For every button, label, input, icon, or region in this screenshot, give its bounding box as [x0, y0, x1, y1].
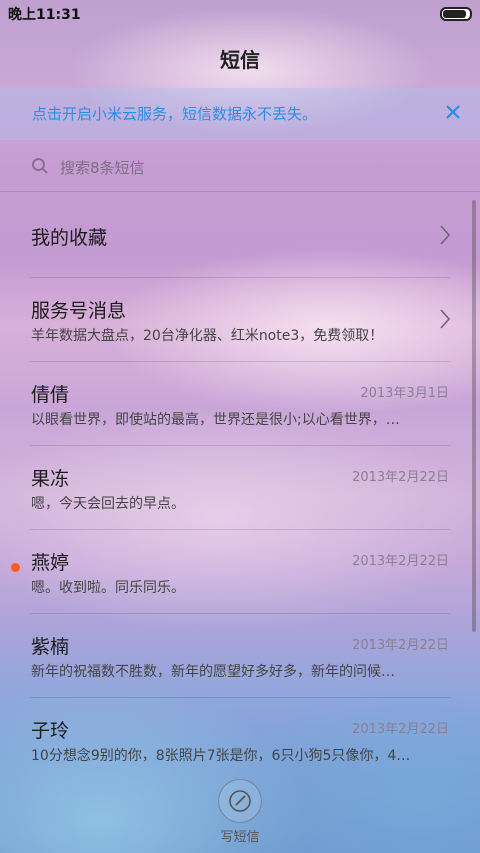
compose-button[interactable] [218, 779, 262, 823]
service-messages-label: 服务号消息 [31, 300, 127, 322]
battery-icon [440, 7, 472, 21]
message-snippet: 嗯。收到啦。同乐同乐。 [31, 580, 185, 596]
message-snippet: 以眼看世界，即使站的最高，世界还是很小;以心看世界，… [31, 412, 400, 428]
unread-dot [11, 563, 20, 572]
message-snippet: 嗯，今天会回去的早点。 [31, 496, 185, 512]
chevron-right-icon [438, 308, 452, 330]
compose-label[interactable]: 写短信 [0, 826, 480, 845]
service-messages-item[interactable]: 服务号消息 羊年数据大盘点，20台净化器、红米note3，免费领取！ [0, 278, 480, 362]
page-title: 短信 [220, 48, 260, 72]
message-snippet: 新年的祝福数不胜数，新年的愿望好多好多，新年的问候… [31, 664, 395, 680]
contact-name: 子玲 [31, 720, 70, 742]
contact-name: 果冻 [31, 468, 70, 490]
compose-icon [229, 790, 251, 812]
scrollbar[interactable] [472, 200, 476, 632]
message-date: 2013年2月22日 [352, 554, 449, 569]
chevron-right-icon [438, 224, 452, 246]
message-date: 2013年2月22日 [352, 470, 449, 485]
contact-name: 燕婷 [31, 552, 70, 574]
compose-bar: 写短信 [0, 760, 480, 853]
message-date: 2013年3月1日 [360, 386, 449, 401]
conversation-item[interactable]: 倩倩 2013年3月1日 以眼看世界，即使站的最高，世界还是很小;以心看世界，… [0, 362, 480, 446]
favorites-label: 我的收藏 [31, 227, 108, 249]
favorites-item[interactable]: 我的收藏 [0, 194, 480, 278]
conversation-item[interactable]: 燕婷 2013年2月22日 嗯。收到啦。同乐同乐。 [0, 530, 480, 614]
conversation-item[interactable]: 紫楠 2013年2月22日 新年的祝福数不胜数，新年的愿望好多好多，新年的问候… [0, 614, 480, 698]
search-icon [31, 157, 49, 175]
contact-name: 倩倩 [31, 384, 70, 406]
message-date: 2013年2月22日 [352, 638, 449, 653]
contact-name: 紫楠 [31, 636, 70, 658]
search-input[interactable] [58, 154, 442, 182]
search-bar[interactable] [0, 143, 480, 192]
conversation-item[interactable]: 果冻 2013年2月22日 嗯，今天会回去的早点。 [0, 446, 480, 530]
cloud-service-banner[interactable]: 点击开启小米云服务，短信数据永不丢失。 [0, 88, 480, 140]
banner-text[interactable]: 点击开启小米云服务，短信数据永不丢失。 [32, 103, 317, 124]
sms-screen: 晚上11:31 短信 点击开启小米云服务，短信数据永不丢失。 我的收藏 [0, 0, 480, 853]
service-messages-snippet: 羊年数据大盘点，20台净化器、红米note3，免费领取！ [31, 328, 384, 344]
battery-level [443, 10, 467, 18]
status-time: 晚上11:31 [8, 7, 81, 23]
close-icon[interactable] [438, 97, 468, 127]
message-date: 2013年2月22日 [352, 722, 449, 737]
status-bar: 晚上11:31 [0, 0, 480, 26]
